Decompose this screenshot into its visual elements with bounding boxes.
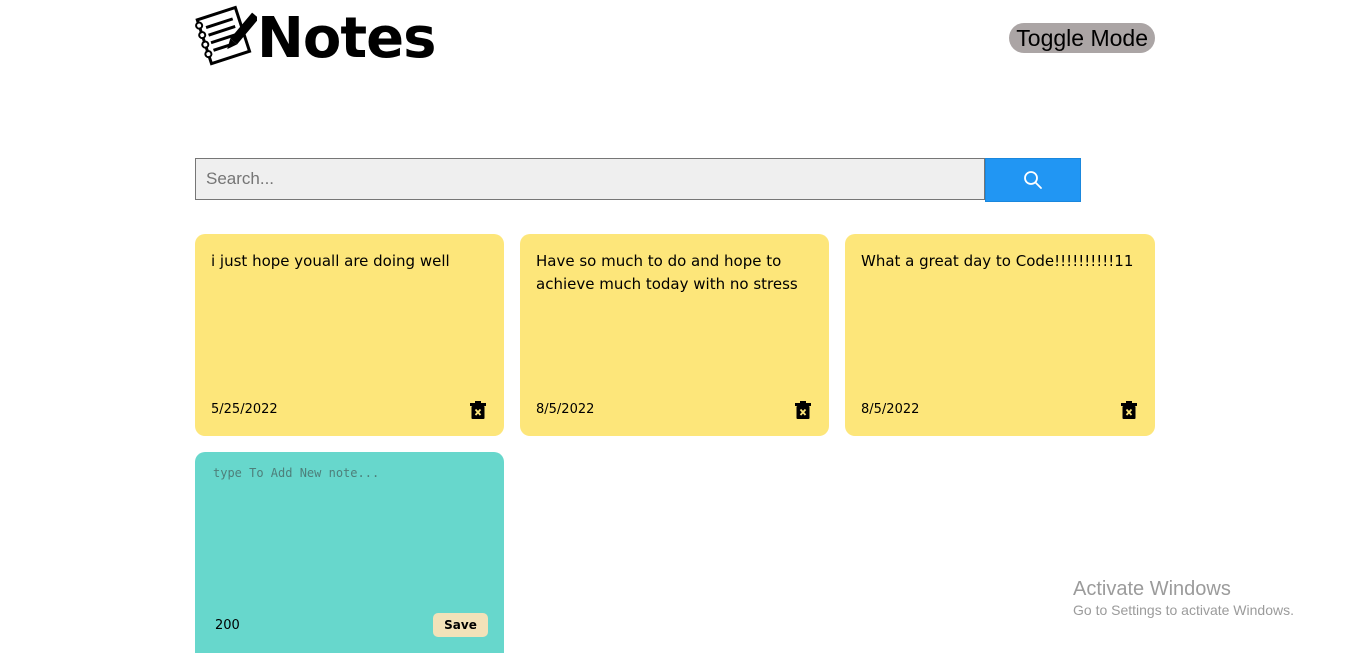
note-text: What a great day to Code!!!!!!!!!!11 bbox=[861, 252, 1134, 270]
characters-remaining: 200 bbox=[215, 618, 240, 633]
page-title: Notes bbox=[257, 6, 436, 71]
watermark-title: Activate Windows bbox=[1073, 578, 1231, 600]
trash-icon[interactable] bbox=[470, 401, 486, 419]
search-icon bbox=[1024, 171, 1042, 189]
note-date: 5/25/2022 bbox=[211, 402, 278, 417]
note-date: 8/5/2022 bbox=[536, 402, 595, 417]
search-bar bbox=[195, 158, 1081, 202]
save-button[interactable]: Save bbox=[433, 613, 488, 637]
search-button[interactable] bbox=[985, 158, 1081, 202]
watermark-subtitle: Go to Settings to activate Windows. bbox=[1073, 602, 1294, 618]
trash-icon[interactable] bbox=[1121, 401, 1137, 419]
note-card: What a great day to Code!!!!!!!!!!11 8/5… bbox=[845, 234, 1155, 436]
search-input[interactable] bbox=[195, 158, 985, 200]
note-card: Have so much to do and hope to achieve m… bbox=[520, 234, 829, 436]
toggle-mode-button[interactable]: Toggle Mode bbox=[1009, 23, 1155, 53]
new-note-textarea[interactable] bbox=[213, 466, 489, 606]
activate-windows-watermark: Activate Windows Go to Settings to activ… bbox=[1073, 577, 1294, 619]
note-text: Have so much to do and hope to achieve m… bbox=[536, 252, 798, 293]
new-note-card: 200 Save bbox=[195, 452, 504, 653]
note-card: i just hope youall are doing well 5/25/2… bbox=[195, 234, 504, 436]
header: Notes Toggle Mode bbox=[195, 0, 1155, 80]
trash-icon[interactable] bbox=[795, 401, 811, 419]
notepad-pencil-icon bbox=[195, 5, 257, 66]
note-date: 8/5/2022 bbox=[861, 402, 920, 417]
note-text: i just hope youall are doing well bbox=[211, 252, 450, 270]
